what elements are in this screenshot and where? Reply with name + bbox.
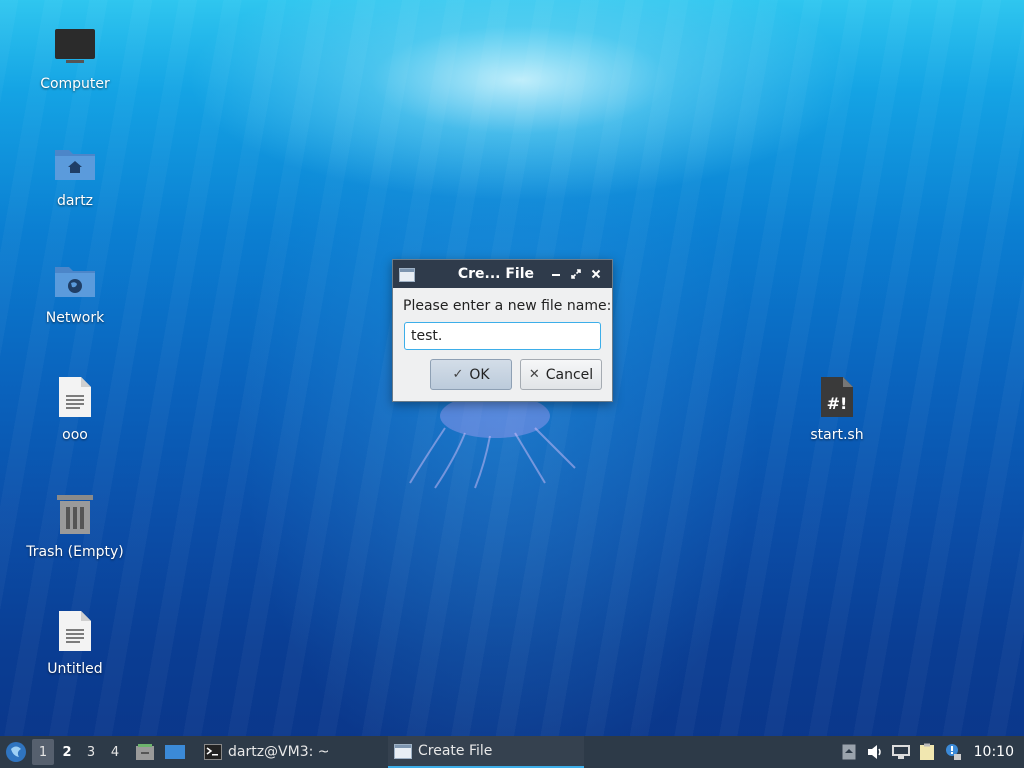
system-tray: 10:10 xyxy=(836,736,1024,768)
info-notification-icon xyxy=(945,744,961,760)
file-manager-launcher[interactable] xyxy=(132,739,158,765)
workspace-3[interactable]: 3 xyxy=(80,739,102,765)
close-button[interactable] xyxy=(586,264,606,284)
desktop-icon-trash[interactable]: Trash (Empty) xyxy=(15,490,135,560)
close-icon xyxy=(591,269,601,279)
desktop-icon-label: ooo xyxy=(62,427,88,443)
trash-icon xyxy=(51,490,99,538)
workspace-1[interactable]: 1 xyxy=(32,739,54,765)
home-folder-icon xyxy=(51,139,99,187)
cancel-button[interactable]: ✕ Cancel xyxy=(520,359,602,390)
desktop-icon-label: Untitled xyxy=(47,661,103,677)
dialog-prompt: Please enter a new file name: xyxy=(403,298,612,314)
task-label: Create File xyxy=(418,743,493,759)
desktop-icon-label: Network xyxy=(45,310,105,326)
desktop-icon xyxy=(165,745,185,759)
create-file-dialog: Cre... File Please enter a new file name… xyxy=(392,259,613,402)
file-manager-icon xyxy=(136,744,154,760)
notifications-button[interactable] xyxy=(940,736,966,768)
desktop-icon-label: dartz xyxy=(56,193,94,209)
tray-expand-button[interactable] xyxy=(836,736,862,768)
minimize-icon xyxy=(552,274,560,276)
cancel-button-label: Cancel xyxy=(545,366,594,383)
desktop-icon-dartz[interactable]: dartz xyxy=(15,139,135,209)
volume-icon xyxy=(867,745,881,759)
workspace-4[interactable]: 4 xyxy=(104,739,126,765)
desktop-icon-network[interactable]: Network xyxy=(15,256,135,326)
clock[interactable]: 10:10 xyxy=(966,744,1024,760)
desktop-icon-label: start.sh xyxy=(810,427,864,443)
network-wired-icon xyxy=(891,745,910,759)
dialog-title: Cre... File xyxy=(457,266,534,282)
file-name-input[interactable] xyxy=(404,322,601,350)
network-folder-icon xyxy=(51,256,99,304)
computer-icon xyxy=(51,22,99,70)
task-terminal[interactable]: dartz@VM3: ~ xyxy=(198,736,388,768)
task-label: dartz@VM3: ~ xyxy=(228,744,330,760)
terminal-icon xyxy=(204,744,222,760)
window-icon xyxy=(399,267,415,282)
maximize-icon xyxy=(571,269,581,279)
clipboard-button[interactable] xyxy=(914,736,940,768)
window-icon xyxy=(394,743,412,759)
lxqt-logo-icon xyxy=(6,742,26,762)
jellyfish-wallpaper-graphic xyxy=(409,394,576,489)
shell-script-icon: #! xyxy=(813,373,861,421)
desktop-icon-start-sh[interactable]: #! start.sh xyxy=(777,373,897,443)
checkmark-icon: ✓ xyxy=(452,367,464,382)
taskbar: 1 2 3 4 dartz@VM3: ~ Create File 10:10 xyxy=(0,736,1024,768)
ok-button-label: OK xyxy=(469,366,490,383)
desktop-icon-computer[interactable]: Computer xyxy=(15,22,135,92)
ok-button[interactable]: ✓ OK xyxy=(430,359,512,390)
chevron-up-icon xyxy=(842,744,856,760)
workspace-2[interactable]: 2 xyxy=(56,739,78,765)
desktop-icon-label: Computer xyxy=(40,76,110,92)
show-desktop-button[interactable] xyxy=(162,739,188,765)
minimize-button[interactable] xyxy=(546,264,566,284)
maximize-button[interactable] xyxy=(566,264,586,284)
svg-text:#!: #! xyxy=(827,394,848,413)
clipboard-icon xyxy=(919,743,934,760)
volume-button[interactable] xyxy=(862,736,888,768)
text-file-icon xyxy=(51,373,99,421)
text-file-icon xyxy=(51,607,99,655)
desktop-icon-label: Trash (Empty) xyxy=(26,544,124,560)
application-menu-button[interactable] xyxy=(0,736,32,768)
task-create-file[interactable]: Create File xyxy=(388,736,584,768)
cancel-x-icon: ✕ xyxy=(528,367,540,382)
desktop-icon-ooo[interactable]: ooo xyxy=(15,373,135,443)
dialog-titlebar[interactable]: Cre... File xyxy=(393,260,612,288)
desktop-icon-untitled[interactable]: Untitled xyxy=(15,607,135,677)
network-status-button[interactable] xyxy=(888,736,914,768)
